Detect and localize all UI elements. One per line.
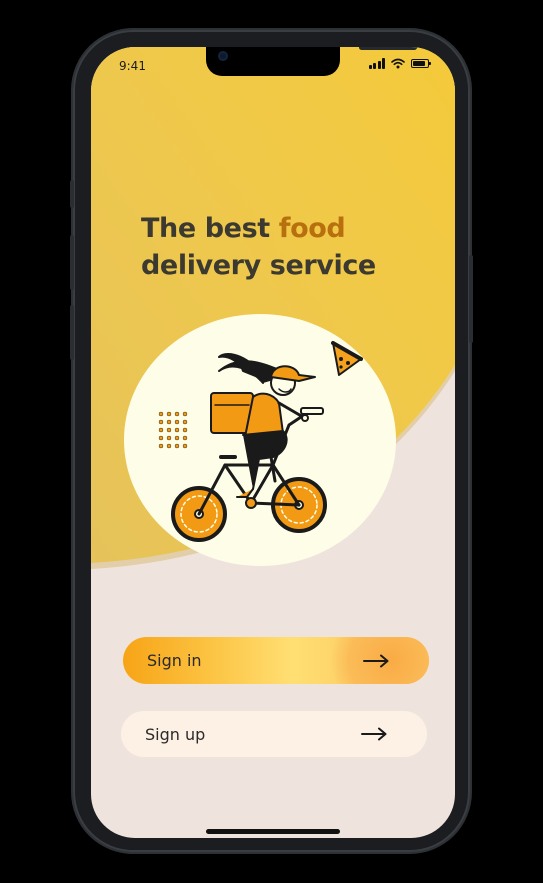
- status-time: 9:41: [119, 59, 146, 73]
- power-button: [469, 255, 473, 343]
- headline-part2: delivery service: [141, 250, 376, 281]
- headline: The best food delivery service: [141, 210, 376, 284]
- mute-switch: [70, 180, 74, 208]
- app-screen: 9:41 The best food delivery service Sign…: [91, 47, 455, 838]
- sign-in-button[interactable]: Sign in: [123, 637, 429, 684]
- status-icons: [368, 58, 431, 69]
- sign-up-button[interactable]: Sign up: [121, 711, 427, 757]
- battery-level: [413, 61, 425, 66]
- battery-icon: [411, 59, 431, 68]
- front-camera-icon: [218, 51, 228, 61]
- sign-in-label: Sign in: [147, 651, 202, 670]
- arrow-right-icon: [361, 727, 387, 741]
- volume-up-button: [70, 235, 74, 290]
- volume-down-button: [70, 305, 74, 360]
- wifi-icon: [391, 58, 405, 69]
- cellular-signal-icon: [368, 58, 385, 69]
- home-indicator[interactable]: [206, 829, 340, 834]
- headline-accent: food: [278, 213, 346, 244]
- delivery-illustration: [124, 314, 396, 566]
- arrow-right-icon: [363, 654, 389, 667]
- speaker-grille: [359, 47, 417, 50]
- headline-part1: The best: [141, 213, 279, 244]
- sign-up-label: Sign up: [145, 724, 206, 744]
